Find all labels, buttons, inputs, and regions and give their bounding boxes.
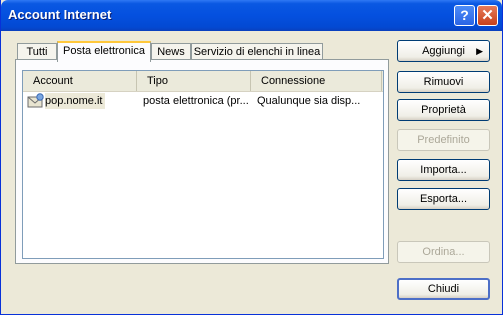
submenu-arrow-icon: ▶ xyxy=(476,46,483,56)
import-button[interactable]: Importa... xyxy=(397,159,490,181)
set-default-button[interactable]: Predefinito xyxy=(397,129,490,151)
close-window-button[interactable]: ✕ xyxy=(477,5,498,26)
order-button[interactable]: Ordina... xyxy=(397,241,490,263)
mail-account-icon xyxy=(27,93,45,109)
column-header-connessione[interactable]: Connessione xyxy=(251,71,382,91)
column-header-account[interactable]: Account xyxy=(23,71,137,91)
list-header: Account Tipo Connessione xyxy=(23,71,383,92)
account-list[interactable]: Account Tipo Connessione pop.nome.it pos… xyxy=(22,70,384,259)
tab-panel: Account Tipo Connessione pop.nome.it pos… xyxy=(15,59,389,264)
tab-posta-elettronica[interactable]: Posta elettronica xyxy=(57,41,151,62)
add-button-label: Aggiungi xyxy=(422,45,465,57)
account-connection: Qualunque sia disp... xyxy=(257,95,361,107)
account-name: pop.nome.it xyxy=(45,93,105,109)
close-button[interactable]: Chiudi xyxy=(397,278,490,300)
list-item[interactable]: pop.nome.it posta elettronica (pr... Qua… xyxy=(23,93,383,109)
export-button[interactable]: Esporta... xyxy=(397,188,490,210)
properties-button[interactable]: Proprietà xyxy=(397,99,490,121)
window-title: Account Internet xyxy=(8,7,112,22)
remove-button[interactable]: Rimuovi xyxy=(397,71,490,93)
account-type: posta elettronica (pr... xyxy=(143,95,249,107)
help-button[interactable]: ? xyxy=(454,5,475,26)
column-header-tipo[interactable]: Tipo xyxy=(137,71,251,91)
title-bar[interactable]: Account Internet ? ✕ xyxy=(1,0,502,31)
account-internet-dialog: Account Internet ? ✕ Tutti Posta elettro… xyxy=(0,0,503,315)
add-button[interactable]: Aggiungi ▶ xyxy=(397,40,490,62)
